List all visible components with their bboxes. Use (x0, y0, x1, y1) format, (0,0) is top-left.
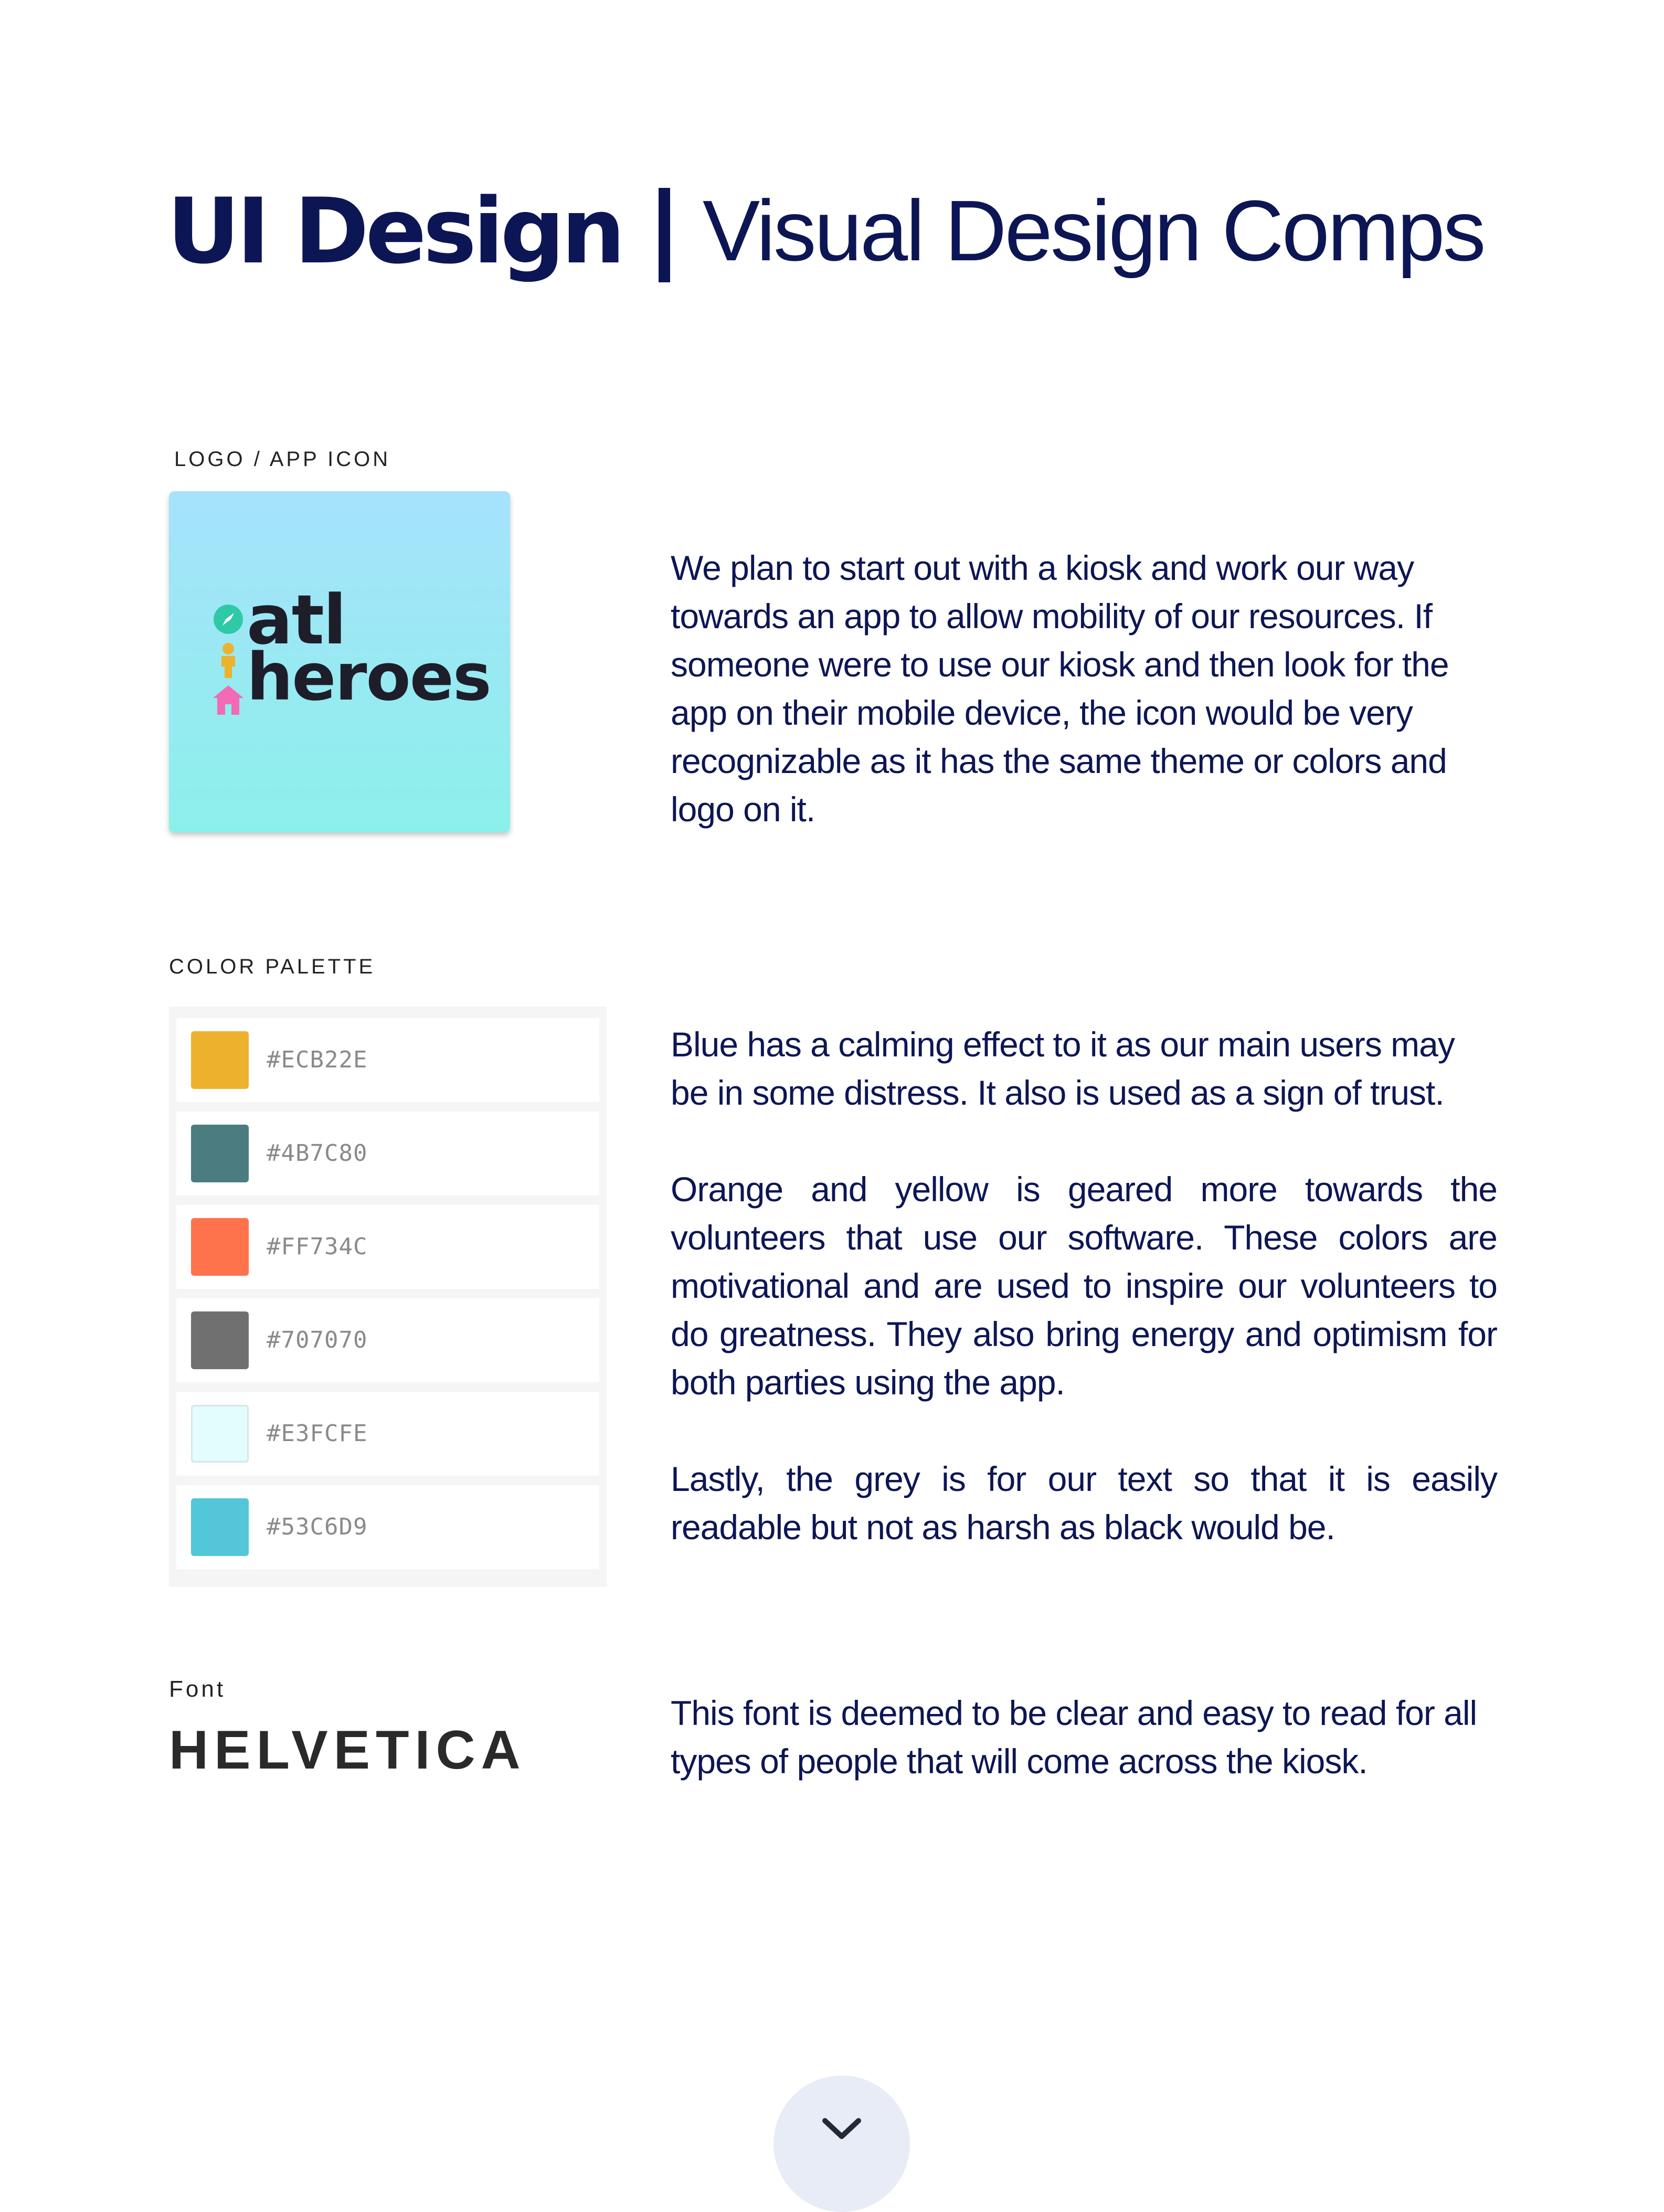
palette-paragraph-grey: Lastly, the grey is for our text so that… (671, 1459, 1498, 1547)
palette-paragraph-blue: Blue has a calming effect to it as our m… (671, 1025, 1455, 1112)
color-swatch (191, 1498, 249, 1556)
logo-description-text: We plan to start out with a kiosk and wo… (671, 548, 1449, 829)
palette-paragraph-orange: Orange and yellow is geared more towards… (671, 1170, 1498, 1402)
color-palette: #ECB22E #4B7C80 #FF734C #707070 #E3FCFE … (169, 1007, 607, 1587)
font-section-label: Font (169, 1676, 226, 1702)
logo-mark-icon (213, 605, 243, 715)
color-code: #ECB22E (267, 1046, 368, 1073)
color-code: #4B7C80 (267, 1140, 368, 1167)
title-divider (658, 188, 670, 282)
paragraph-spacer (671, 1117, 1497, 1165)
page-title-bold: UI Design (167, 178, 626, 284)
logo-description: We plan to start out with a kiosk and wo… (671, 544, 1497, 833)
app-icon: atl heroes (169, 491, 510, 832)
palette-row: #707070 (176, 1298, 599, 1382)
palette-row: #FF734C (176, 1205, 599, 1289)
palette-row: #4B7C80 (176, 1112, 599, 1195)
scroll-down-button[interactable] (773, 2076, 910, 2212)
font-name: HELVETICA (169, 1720, 526, 1781)
color-swatch (191, 1405, 249, 1463)
color-code: #FF734C (267, 1233, 368, 1260)
color-swatch (191, 1125, 249, 1182)
page-title-light: Visual Design Comps (702, 183, 1486, 279)
logo-section-label: LOGO / APP ICON (174, 448, 391, 471)
palette-row: #53C6D9 (176, 1485, 599, 1569)
font-description: This font is deemed to be clear and easy… (671, 1689, 1497, 1785)
page-title: UI Design Visual Design Comps (167, 168, 1486, 294)
color-swatch (191, 1311, 249, 1369)
chevron-down-icon (822, 2118, 861, 2139)
palette-row: #ECB22E (176, 1018, 599, 1102)
palette-section-label: COLOR PALETTE (169, 955, 376, 978)
palette-description: Blue has a calming effect to it as our m… (671, 1020, 1498, 1551)
color-code: #707070 (267, 1327, 368, 1353)
paragraph-spacer (671, 1406, 1497, 1455)
palette-row: #E3FCFE (176, 1392, 599, 1476)
font-description-text: This font is deemed to be clear and easy… (671, 1694, 1477, 1781)
color-code: #E3FCFE (267, 1420, 368, 1447)
color-swatch (191, 1031, 249, 1089)
color-code: #53C6D9 (267, 1514, 368, 1540)
color-swatch (191, 1218, 249, 1276)
logo-word-heroes: heroes (247, 640, 492, 715)
